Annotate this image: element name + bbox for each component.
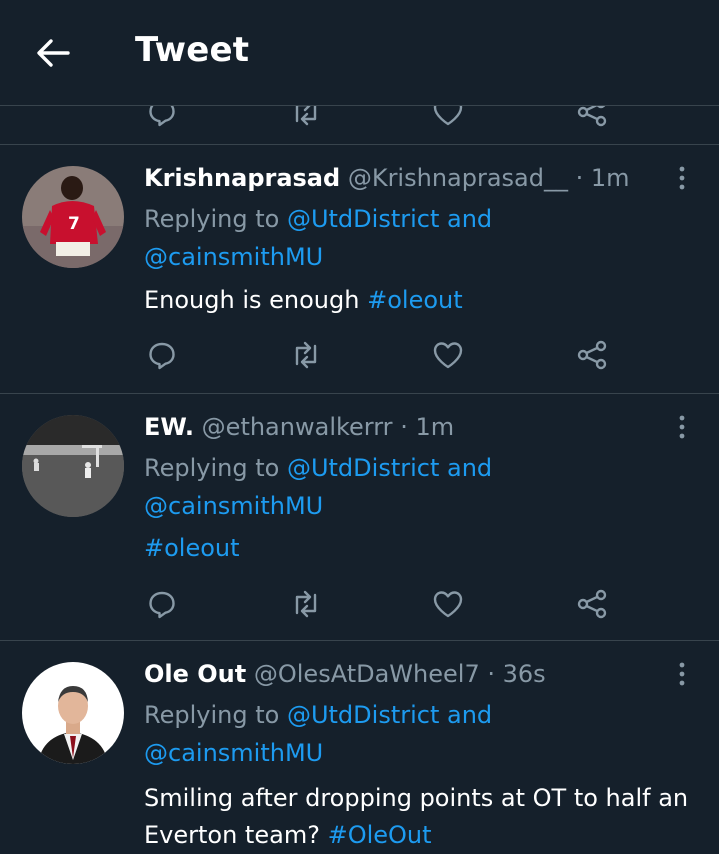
share-icon[interactable] (572, 584, 612, 624)
timestamp[interactable]: · 36s (487, 660, 545, 688)
tweet-header: EW. @ethanwalkerrr · 1m (144, 412, 454, 442)
timestamp[interactable]: · 1m (576, 164, 630, 192)
share-icon[interactable] (572, 106, 612, 132)
replying-and[interactable]: and (447, 205, 492, 233)
mention-link[interactable]: @cainsmithMU (144, 492, 323, 520)
mention-link[interactable]: @cainsmithMU (144, 243, 323, 271)
reply-icon[interactable] (142, 584, 182, 624)
tweet-item[interactable]: Ole Out @OlesAtDaWheel7 · 36s Replying t… (0, 641, 719, 853)
like-icon[interactable] (428, 106, 468, 132)
more-vertical-icon (678, 166, 686, 190)
reply-icon[interactable] (142, 335, 182, 375)
more-vertical-icon (678, 662, 686, 686)
replying-and[interactable]: and (447, 701, 492, 729)
retweet-icon[interactable] (286, 584, 326, 624)
mention-link[interactable]: @UtdDistrict (287, 701, 439, 729)
handle[interactable]: @ethanwalkerrr (202, 413, 393, 441)
retweet-icon[interactable] (286, 335, 326, 375)
hashtag-link[interactable]: #oleout (144, 534, 240, 562)
mention-link[interactable]: @cainsmithMU (144, 739, 323, 767)
replying-label: Replying to (144, 454, 280, 482)
display-name[interactable]: EW. (144, 413, 194, 441)
replying-label: Replying to (144, 701, 280, 729)
replying-to: Replying to @UtdDistrict and @cainsmithM… (144, 449, 684, 525)
tweet-item[interactable]: EW. @ethanwalkerrr · 1m Replying to @Utd… (0, 394, 719, 641)
display-name[interactable]: Ole Out (144, 660, 246, 688)
tweet-text: Enough is enough #oleout (144, 282, 684, 319)
back-button[interactable] (30, 32, 76, 74)
more-options-button[interactable] (667, 163, 697, 193)
tweet-text: #oleout (144, 530, 684, 567)
mention-link[interactable]: @UtdDistrict (287, 454, 439, 482)
svg-text:7: 7 (68, 214, 80, 234)
tweet-header: Krishnaprasad @Krishnaprasad__ · 1m (144, 163, 630, 193)
handle[interactable]: @Krishnaprasad__ (348, 164, 568, 192)
page-title: Tweet (135, 30, 250, 70)
arrow-left-icon (36, 38, 70, 68)
hashtag-link[interactable]: #OleOut (328, 821, 432, 849)
more-options-button[interactable] (667, 659, 697, 689)
replying-to: Replying to @UtdDistrict and @cainsmithM… (144, 200, 684, 276)
replying-and[interactable]: and (447, 454, 492, 482)
tweet-header: Ole Out @OlesAtDaWheel7 · 36s (144, 659, 546, 689)
mention-link[interactable]: @UtdDistrict (287, 205, 439, 233)
hashtag-link[interactable]: #oleout (367, 286, 463, 314)
replying-label: Replying to (144, 205, 280, 233)
share-icon[interactable] (572, 335, 612, 375)
handle[interactable]: @OlesAtDaWheel7 (254, 660, 480, 688)
tweet-item[interactable]: 7 Krishnaprasad @Krishnaprasad__ · 1m Re… (0, 145, 719, 394)
replying-to: Replying to @UtdDistrict and @cainsmithM… (144, 696, 684, 772)
avatar[interactable] (22, 415, 124, 517)
more-vertical-icon (678, 415, 686, 439)
previous-tweet-actions (0, 106, 719, 145)
tweet-text-content: Enough is enough (144, 286, 360, 314)
top-bar: Tweet (0, 0, 719, 106)
retweet-icon[interactable] (286, 106, 326, 132)
avatar[interactable] (22, 662, 124, 764)
more-options-button[interactable] (667, 412, 697, 442)
timestamp[interactable]: · 1m (400, 413, 454, 441)
like-icon[interactable] (428, 335, 468, 375)
display-name[interactable]: Krishnaprasad (144, 164, 340, 192)
avatar[interactable]: 7 (22, 166, 124, 268)
like-icon[interactable] (428, 584, 468, 624)
reply-icon[interactable] (142, 106, 182, 132)
tweet-text: Smiling after dropping points at OT to h… (144, 780, 689, 854)
